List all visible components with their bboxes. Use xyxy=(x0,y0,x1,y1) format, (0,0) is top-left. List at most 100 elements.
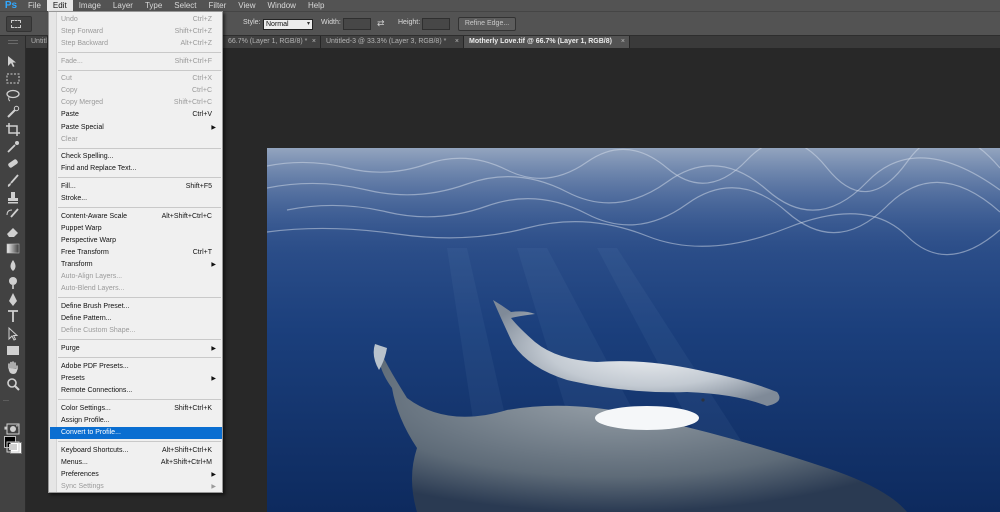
menu-item-convert-to-profile[interactable]: Convert to Profile... xyxy=(50,427,222,439)
menu-type[interactable]: Type xyxy=(139,0,168,11)
menu-edit[interactable]: Edit xyxy=(46,0,73,11)
height-field[interactable] xyxy=(422,18,450,30)
menu-item-sync-settings[interactable]: Sync Settings ▶ xyxy=(50,481,222,493)
menu-item-perspective-warp[interactable]: Perspective Warp xyxy=(50,235,222,247)
document-tab-label: Untitl xyxy=(31,38,47,45)
menu-filter[interactable]: Filter xyxy=(203,0,233,11)
gradient-tool-icon[interactable] xyxy=(4,241,22,256)
menu-item-keyboard-shortcuts[interactable]: Keyboard Shortcuts... Alt+Shift+Ctrl+K xyxy=(50,445,222,457)
close-icon[interactable]: × xyxy=(455,36,459,48)
screen-mode-icon[interactable] xyxy=(6,440,20,455)
menu-select[interactable]: Select xyxy=(168,0,202,11)
document-tab-label: Untitled-3 @ 33.3% (Layer 3, RGB/8) * xyxy=(326,38,447,45)
menu-file[interactable]: File xyxy=(22,0,47,11)
menu-image[interactable]: Image xyxy=(73,0,107,11)
eyedropper-tool-icon[interactable] xyxy=(4,139,22,154)
brush-tool-icon[interactable] xyxy=(4,173,22,188)
menu-item-step-forward[interactable]: Step Forward Shift+Ctrl+Z xyxy=(50,26,222,38)
menu-separator xyxy=(58,357,221,358)
quick-mask-icon[interactable] xyxy=(6,422,20,437)
style-select[interactable]: Normal ▾ xyxy=(263,19,313,30)
menu-item-preferences[interactable]: Preferences ▶ xyxy=(50,469,222,481)
pen-tool-icon[interactable] xyxy=(4,292,22,307)
history-brush-tool-icon[interactable] xyxy=(4,207,22,222)
close-icon[interactable]: × xyxy=(621,36,625,48)
document-tab[interactable]: Untitled-3 @ 33.3% (Layer 3, RGB/8) * × xyxy=(321,36,464,48)
menu-item-auto-align-layers[interactable]: Auto-Align Layers... xyxy=(50,271,222,283)
menu-item-define-brush-preset[interactable]: Define Brush Preset... xyxy=(50,301,222,313)
menu-item-menus[interactable]: Menus... Alt+Shift+Ctrl+M xyxy=(50,457,222,469)
chevron-down-icon: ▾ xyxy=(306,21,310,27)
menu-item-step-backward[interactable]: Step Backward Alt+Ctrl+Z xyxy=(50,38,222,50)
more-tools-icon[interactable]: ··· xyxy=(3,398,9,404)
menu-bar: Ps File Edit Image Layer Type Select Fil… xyxy=(0,0,1000,11)
document-canvas-image[interactable] xyxy=(267,148,1000,512)
menu-window[interactable]: Window xyxy=(262,0,302,11)
dodge-tool-icon[interactable] xyxy=(4,275,22,290)
menu-item-purge[interactable]: Purge ▶ xyxy=(50,343,222,355)
quick-selection-tool-icon[interactable] xyxy=(4,105,22,120)
menu-view[interactable]: View xyxy=(232,0,261,11)
menu-item-remote-connections[interactable]: Remote Connections... xyxy=(50,385,222,397)
menu-separator xyxy=(58,399,221,400)
zoom-tool-icon[interactable] xyxy=(4,377,22,392)
menu-item-transform[interactable]: Transform ▶ xyxy=(50,259,222,271)
menu-item-define-custom-shape[interactable]: Define Custom Shape... xyxy=(50,325,222,337)
menu-item-color-settings[interactable]: Color Settings... Shift+Ctrl+K xyxy=(50,403,222,415)
menu-item-puppet-warp[interactable]: Puppet Warp xyxy=(50,223,222,235)
crop-tool-icon[interactable] xyxy=(4,122,22,137)
document-tab[interactable]: Untitl xyxy=(26,36,48,48)
menu-item-content-aware-scale[interactable]: Content-Aware Scale Alt+Shift+Ctrl+C xyxy=(50,211,222,223)
menu-item-adobe-pdf-presets[interactable]: Adobe PDF Presets... xyxy=(50,361,222,373)
hand-tool-icon[interactable] xyxy=(4,360,22,375)
clone-stamp-tool-icon[interactable] xyxy=(4,190,22,205)
document-tab[interactable]: 66.7% (Layer 1, RGB/8) * × xyxy=(223,36,321,48)
menu-separator xyxy=(58,52,221,53)
style-label: Style: xyxy=(243,19,261,26)
rectangle-tool-icon[interactable] xyxy=(4,343,22,358)
type-tool-icon[interactable] xyxy=(4,309,22,324)
menu-item-paste-special[interactable]: Paste Special ▶ xyxy=(50,122,222,134)
submenu-arrow-icon: ▶ xyxy=(211,484,216,490)
height-label: Height: xyxy=(398,19,421,26)
swap-arrows-icon[interactable]: ⇄ xyxy=(377,18,385,29)
menu-item-fill[interactable]: Fill... Shift+F5 xyxy=(50,181,222,193)
menu-item-paste[interactable]: Paste Ctrl+V xyxy=(50,109,222,121)
menu-item-auto-blend-layers[interactable]: Auto-Blend Layers... xyxy=(50,283,222,295)
menu-item-assign-profile[interactable]: Assign Profile... xyxy=(50,415,222,427)
menu-item-copy[interactable]: Copy Ctrl+C xyxy=(50,85,222,97)
menu-item-presets[interactable]: Presets ▶ xyxy=(50,373,222,385)
tool-preset-picker[interactable] xyxy=(6,16,32,32)
path-selection-tool-icon[interactable] xyxy=(4,326,22,341)
style-select-value: Normal xyxy=(266,21,289,28)
edit-menu-dropdown: Undo Ctrl+Z Step Forward Shift+Ctrl+Z Step… xyxy=(48,11,223,493)
menu-item-check-spelling[interactable]: Check Spelling... xyxy=(50,151,222,163)
document-tab-active[interactable]: Motherly Love.tif @ 66.7% (Layer 1, RGB/… xyxy=(464,36,630,48)
menu-item-cut[interactable]: Cut Ctrl+X xyxy=(50,73,222,85)
menu-item-find-replace-text[interactable]: Find and Replace Text... xyxy=(50,163,222,175)
refine-edge-button[interactable]: Refine Edge... xyxy=(458,17,516,31)
menu-item-copy-merged[interactable]: Copy Merged Shift+Ctrl+C xyxy=(50,97,222,109)
blur-tool-icon[interactable] xyxy=(4,258,22,273)
menu-item-clear[interactable]: Clear xyxy=(50,134,222,146)
lasso-tool-icon[interactable] xyxy=(4,88,22,103)
menu-help[interactable]: Help xyxy=(302,0,330,11)
marquee-tool-icon[interactable] xyxy=(4,71,22,86)
toolbox-grip[interactable] xyxy=(8,40,18,44)
menu-item-undo[interactable]: Undo Ctrl+Z xyxy=(50,14,222,26)
close-icon[interactable]: × xyxy=(312,36,316,48)
submenu-arrow-icon: ▶ xyxy=(211,376,216,382)
width-field[interactable] xyxy=(343,18,371,30)
photoshop-logo: Ps xyxy=(4,0,18,11)
eraser-tool-icon[interactable] xyxy=(4,224,22,239)
submenu-arrow-icon: ▶ xyxy=(211,125,216,131)
menu-layer[interactable]: Layer xyxy=(107,0,139,11)
marquee-icon xyxy=(11,20,21,28)
toolbox: ··· ■ ↰ xyxy=(0,36,26,512)
move-tool-icon[interactable] xyxy=(4,54,22,69)
menu-item-free-transform[interactable]: Free Transform Ctrl+T xyxy=(50,247,222,259)
menu-item-stroke[interactable]: Stroke... xyxy=(50,193,222,205)
menu-item-fade[interactable]: Fade... Shift+Ctrl+F xyxy=(50,56,222,68)
healing-brush-tool-icon[interactable] xyxy=(4,156,22,171)
menu-item-define-pattern[interactable]: Define Pattern... xyxy=(50,313,222,325)
